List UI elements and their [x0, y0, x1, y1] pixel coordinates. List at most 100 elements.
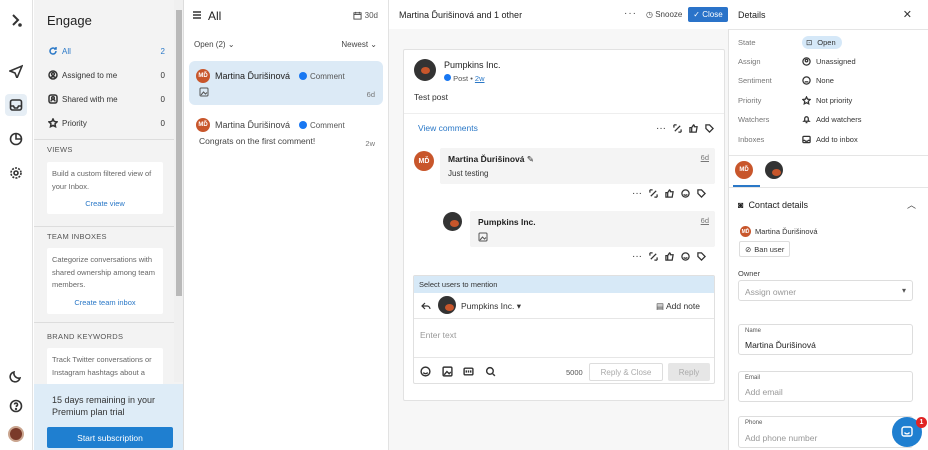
- thread-header: Martina Ďurišinová and 1 other ··· ◷ Sno…: [389, 0, 729, 29]
- image-attachment-icon: [199, 87, 376, 99]
- add-watchers-button[interactable]: Add watchers: [802, 115, 861, 124]
- contact-name-row: MĎ Martina Ďurišinová: [740, 226, 818, 237]
- brand-keywords-heading: BRAND KEYWORDS: [47, 332, 124, 341]
- page-tab-avatar[interactable]: [765, 161, 783, 179]
- sort-dropdown[interactable]: Newest ⌄: [341, 40, 377, 49]
- comment-age-link[interactable]: 6d: [701, 153, 709, 162]
- like-icon[interactable]: [665, 189, 674, 198]
- comment-author-name: Martina Ďurišinová: [448, 154, 525, 164]
- phone-field[interactable]: Phone Add phone number: [738, 416, 913, 448]
- start-subscription-button[interactable]: Start subscription: [47, 427, 173, 448]
- settings-gear-icon[interactable]: [5, 162, 27, 184]
- page-avatar: [438, 296, 456, 314]
- state-dropdown[interactable]: ⊡ Open: [802, 35, 842, 49]
- conversation-item[interactable]: MĎ Martina Ďurišinová Comment 6d: [189, 61, 383, 105]
- assign-icon[interactable]: [673, 124, 682, 133]
- chevron-up-icon[interactable]: ︿: [907, 198, 916, 211]
- mention-users-bar[interactable]: Select users to mention: [414, 276, 714, 293]
- close-icon[interactable]: ✕: [903, 8, 912, 21]
- saved-reply-search-icon[interactable]: [485, 366, 496, 377]
- reply-button[interactable]: Reply: [668, 363, 710, 381]
- more-options-icon[interactable]: ···: [632, 251, 642, 262]
- emoji-icon[interactable]: [681, 252, 690, 261]
- nav-item-label: Priority: [62, 118, 87, 128]
- priority-toggle[interactable]: Not priority: [802, 95, 852, 105]
- reply-from-selector[interactable]: Pumpkins Inc. ▾: [461, 301, 521, 312]
- like-icon[interactable]: [665, 252, 674, 261]
- star-icon: [47, 117, 59, 129]
- name-field[interactable]: Name Martina Ďurišinová: [738, 324, 913, 355]
- nav-item-all[interactable]: All 2: [47, 43, 165, 59]
- comment-age-link[interactable]: 6d: [701, 216, 709, 225]
- nav-item-label: All: [62, 46, 71, 56]
- assign-icon[interactable]: [649, 189, 658, 198]
- reply-and-close-button[interactable]: Reply & Close: [589, 363, 663, 381]
- conversation-name: Martina Ďurišinová: [215, 71, 291, 81]
- add-to-inbox-button[interactable]: Add to inbox: [802, 135, 858, 144]
- add-note-button[interactable]: ▤ Add note: [656, 301, 700, 312]
- emoji-icon[interactable]: [681, 189, 690, 198]
- tag-icon[interactable]: [697, 189, 706, 198]
- more-options-icon[interactable]: ···: [632, 188, 642, 199]
- row-label: Assign: [738, 56, 761, 66]
- contact-details-header[interactable]: ◙ Contact details: [738, 200, 808, 210]
- tag-icon[interactable]: [697, 252, 706, 261]
- nav-item-assigned-to-me[interactable]: Assigned to me 0: [47, 67, 165, 83]
- watchers-row: Watchers Add watchers: [738, 111, 923, 127]
- inbox-icon[interactable]: [5, 94, 27, 116]
- dark-mode-moon-icon[interactable]: [5, 365, 27, 387]
- logo-icon[interactable]: [5, 9, 27, 31]
- post-meta: Post • 2w: [444, 74, 485, 83]
- nav-title: Engage: [47, 13, 92, 28]
- email-label: Email: [745, 375, 761, 381]
- publish-icon[interactable]: [5, 60, 27, 82]
- analytics-icon[interactable]: [5, 128, 27, 150]
- help-icon[interactable]: [5, 395, 27, 417]
- tag-icon[interactable]: [705, 124, 714, 133]
- view-comments-link[interactable]: View comments: [418, 123, 478, 133]
- nav-scrollbar-thumb[interactable]: [176, 10, 182, 296]
- user-circle-icon: [47, 69, 59, 81]
- conversation-item[interactable]: MĎ Martina Ďurišinová Comment Congrats o…: [189, 110, 383, 154]
- sentiment-dropdown[interactable]: None: [802, 76, 834, 85]
- contact-tab-avatar[interactable]: MĎ: [735, 161, 753, 179]
- team-inboxes-description: Categorize conversations with shared own…: [52, 255, 155, 289]
- date-range-button[interactable]: 30d: [353, 11, 378, 20]
- details-title: Details: [738, 10, 766, 20]
- post-age-link[interactable]: 2w: [475, 74, 485, 83]
- more-options-icon[interactable]: ···: [656, 123, 666, 134]
- emoji-icon[interactable]: [420, 366, 431, 377]
- create-view-link[interactable]: Create view: [52, 198, 158, 211]
- close-conversation-button[interactable]: ✓ Close: [688, 7, 728, 22]
- character-count: 5000: [566, 368, 583, 377]
- post-text: Test post: [414, 92, 449, 102]
- more-options-icon[interactable]: ···: [624, 8, 637, 19]
- nav-item-shared-with-me[interactable]: Shared with me 0: [47, 91, 165, 107]
- like-icon[interactable]: [689, 124, 698, 133]
- owner-dropdown[interactable]: Assign owner ▾: [738, 280, 913, 301]
- snooze-button[interactable]: ◷ Snooze: [646, 10, 682, 19]
- user-avatar[interactable]: [5, 423, 27, 445]
- menu-icon[interactable]: [192, 10, 202, 20]
- row-label: Inboxes: [738, 134, 765, 144]
- gif-icon[interactable]: [463, 366, 474, 377]
- assign-icon[interactable]: [649, 252, 658, 261]
- nav-item-count: 0: [160, 70, 165, 80]
- edit-pencil-icon[interactable]: ✎: [527, 154, 534, 164]
- email-field[interactable]: Email Add email: [738, 371, 913, 402]
- nav-scrollbar[interactable]: [174, 0, 183, 382]
- assign-value: Unassigned: [816, 56, 856, 66]
- watchers-value: Add watchers: [816, 114, 862, 124]
- snooze-label: Snooze: [655, 10, 683, 19]
- post-author: Pumpkins Inc.: [444, 60, 501, 70]
- ban-user-button[interactable]: ⊘ Ban user: [739, 241, 791, 257]
- bell-icon: [802, 115, 811, 123]
- image-icon[interactable]: [442, 366, 453, 377]
- reply-text-input[interactable]: Enter text: [420, 330, 456, 340]
- inboxes-row: Inboxes Add to inbox: [738, 131, 923, 147]
- create-team-inbox-link[interactable]: Create team inbox: [52, 297, 158, 310]
- status-filter-dropdown[interactable]: Open (2) ⌄: [194, 40, 235, 49]
- nav-item-priority[interactable]: Priority 0: [47, 115, 165, 131]
- assign-dropdown[interactable]: Unassigned: [802, 57, 856, 66]
- divider: [729, 29, 928, 30]
